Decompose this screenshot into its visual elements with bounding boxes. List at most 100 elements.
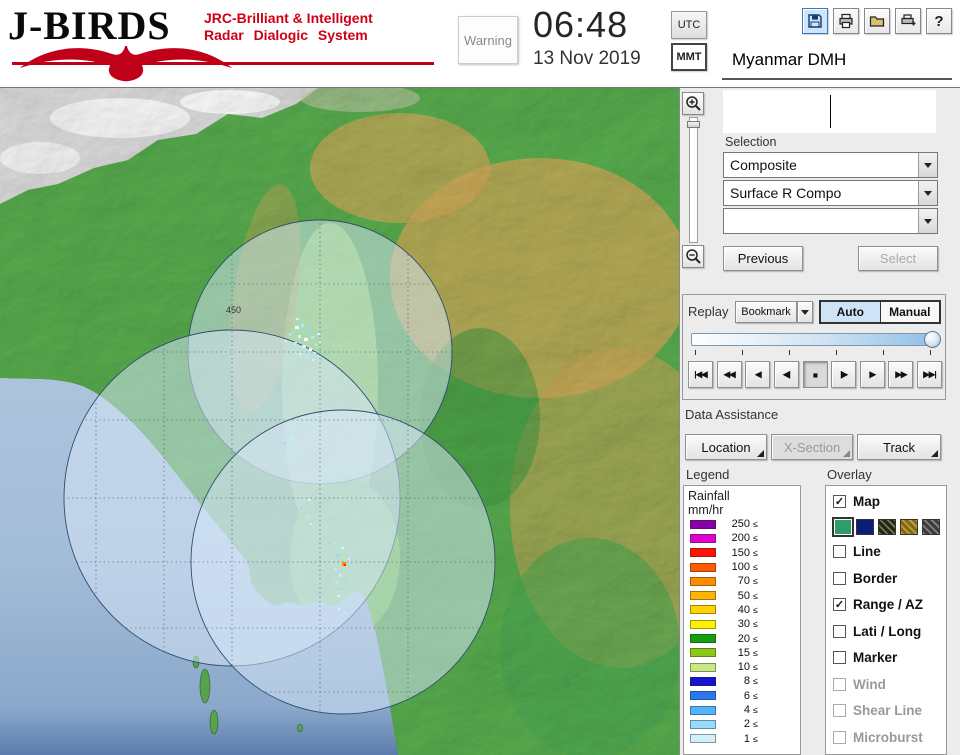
- print-setup-icon[interactable]: [895, 8, 921, 34]
- save-icon[interactable]: [802, 8, 828, 34]
- subproduct-combo[interactable]: Surface R Compo: [723, 180, 938, 206]
- checkbox[interactable]: [833, 624, 846, 638]
- print-icon[interactable]: [833, 8, 859, 34]
- legend-row: 100 ≤: [688, 560, 800, 574]
- legend-color-swatch: [690, 691, 716, 701]
- overlay-item-line[interactable]: Line: [833, 539, 946, 566]
- station-input[interactable]: [723, 90, 936, 133]
- legend-row: 200 ≤: [688, 531, 800, 545]
- legend-panel: Rainfall mm/hr 250 ≤200 ≤150 ≤100 ≤70 ≤50 ≤40 ≤…: [683, 485, 801, 755]
- play-reverse-button[interactable]: ◀: [745, 361, 771, 388]
- previous-button[interactable]: Previous: [723, 246, 803, 271]
- legend-value: 15: [737, 646, 750, 659]
- map-style-swatch[interactable]: [922, 518, 940, 535]
- auto-button[interactable]: Auto: [821, 302, 880, 322]
- subproduct-combo-value: Surface R Compo: [730, 185, 842, 201]
- checkbox: [833, 704, 846, 718]
- legend-color-swatch: [690, 548, 716, 558]
- map-style-swatch[interactable]: [900, 518, 918, 535]
- stop-button[interactable]: ■: [802, 361, 828, 388]
- chevron-down-icon[interactable]: [918, 153, 937, 177]
- legend-le-symbol: ≤: [753, 604, 758, 615]
- legend-title: Rainfall: [688, 489, 730, 503]
- select-button[interactable]: Select: [858, 246, 938, 271]
- toolbar: ?: [802, 8, 952, 34]
- track-button[interactable]: Track: [857, 434, 941, 460]
- legend-row: 50 ≤: [688, 588, 800, 602]
- overlay-item-label: Line: [853, 544, 881, 560]
- map-style-swatch[interactable]: [832, 516, 854, 537]
- fast-rewind-button[interactable]: ◀◀: [716, 361, 742, 388]
- time-slider-handle[interactable]: [924, 331, 941, 348]
- bookmark-dropdown-icon[interactable]: [797, 301, 813, 323]
- checkbox[interactable]: [833, 651, 846, 665]
- option-combo[interactable]: [723, 208, 938, 234]
- map-style-swatch[interactable]: [856, 518, 874, 535]
- warning-button[interactable]: Warning: [458, 16, 518, 64]
- legend-color-swatch: [690, 719, 716, 729]
- fast-forward-button[interactable]: ▶▶: [888, 361, 914, 388]
- legend-value: 30: [737, 618, 750, 631]
- legend-le-symbol: ≤: [753, 733, 758, 744]
- legend-color-swatch: [690, 676, 716, 686]
- overlay-item-range-az[interactable]: ✓ Range / AZ: [833, 592, 946, 619]
- zoom-in-icon[interactable]: [682, 92, 704, 115]
- play-button[interactable]: ▶: [859, 361, 885, 388]
- zoom-slider[interactable]: [686, 117, 700, 243]
- step-forward-button[interactable]: |▶: [831, 361, 857, 388]
- radar-map-area[interactable]: 450: [0, 88, 679, 755]
- chevron-down-icon[interactable]: [918, 209, 937, 233]
- radar-map[interactable]: 450: [0, 88, 679, 755]
- legend-le-symbol: ≤: [753, 562, 758, 573]
- legend-row: 4 ≤: [688, 703, 800, 717]
- legend-value: 50: [737, 589, 750, 602]
- zoom-control: [681, 92, 705, 268]
- skip-to-start-button[interactable]: |◀◀: [688, 361, 713, 388]
- legend-le-symbol: ≤: [753, 590, 758, 601]
- checkbox[interactable]: [833, 545, 846, 559]
- manual-button[interactable]: Manual: [879, 302, 939, 322]
- overlay-item-border[interactable]: Border: [833, 565, 946, 592]
- legend-le-symbol: ≤: [753, 576, 758, 587]
- legend-color-swatch: [690, 619, 716, 629]
- mmt-button[interactable]: MMT: [671, 43, 707, 71]
- help-icon[interactable]: ?: [926, 8, 952, 34]
- replay-label: Replay: [688, 304, 729, 319]
- overlay-item-marker[interactable]: Marker: [833, 645, 946, 672]
- legend-unit: mm/hr: [688, 503, 724, 517]
- product-combo-value: Composite: [730, 157, 797, 173]
- legend-color-swatch: [690, 533, 716, 543]
- legend-scale: 250 ≤200 ≤150 ≤100 ≤70 ≤50 ≤40 ≤30 ≤20 ≤15 ≤10 ≤8 ≤6…: [688, 517, 800, 746]
- time-slider[interactable]: [691, 331, 941, 348]
- zoom-out-icon[interactable]: [682, 245, 704, 268]
- legend-value: 150: [731, 546, 750, 559]
- bookmark-button[interactable]: Bookmark: [735, 301, 797, 323]
- control-panel: Selection Composite Surface R Compo Prev…: [679, 88, 960, 755]
- skip-to-end-button[interactable]: ▶▶|: [917, 361, 942, 388]
- station-name: Myanmar DMH: [722, 50, 952, 80]
- zoom-slider-handle[interactable]: [686, 121, 700, 128]
- step-back-button[interactable]: ◀|: [773, 361, 799, 388]
- map-style-swatch[interactable]: [878, 518, 896, 535]
- location-button[interactable]: Location: [685, 434, 767, 460]
- legend-value: 250: [731, 518, 750, 531]
- legend-row: 40 ≤: [688, 603, 800, 617]
- checkbox[interactable]: ✓: [833, 598, 846, 612]
- utc-button[interactable]: UTC: [671, 11, 707, 39]
- legend-color-swatch: [690, 562, 716, 572]
- map-checkbox[interactable]: ✓: [833, 494, 846, 508]
- legend-value: 40: [737, 603, 750, 616]
- checkbox: [833, 730, 846, 744]
- clock: 06:48 13 Nov 2019: [533, 4, 641, 70]
- legend-le-symbol: ≤: [753, 690, 758, 701]
- overlay-item-lati-long[interactable]: Lati / Long: [833, 618, 946, 645]
- legend-value: 20: [737, 632, 750, 645]
- checkbox[interactable]: [833, 571, 846, 585]
- product-combo[interactable]: Composite: [723, 152, 938, 178]
- folder-icon[interactable]: [864, 8, 890, 34]
- chevron-down-icon[interactable]: [918, 181, 937, 205]
- overlay-item-label: Range / AZ: [853, 597, 924, 613]
- overlay-item-map[interactable]: ✓ Map: [833, 488, 946, 515]
- legend-value: 100: [731, 561, 750, 574]
- legend-le-symbol: ≤: [753, 647, 758, 658]
